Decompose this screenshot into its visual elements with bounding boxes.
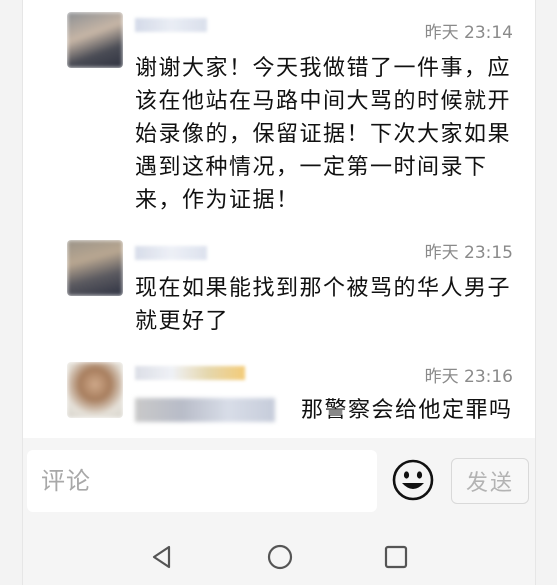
back-button[interactable] — [145, 540, 179, 574]
emoji-button[interactable] — [391, 458, 435, 502]
username-redacted[interactable] — [135, 366, 245, 380]
recent-apps-button[interactable] — [379, 540, 413, 574]
avatar[interactable] — [67, 12, 123, 68]
comment-text: 现在如果能找到那个被骂的华人男子就更好了 — [135, 276, 512, 334]
square-recent-icon — [384, 545, 408, 569]
username-redacted[interactable] — [135, 246, 207, 260]
system-nav-bar — [22, 530, 536, 585]
triangle-back-icon — [152, 545, 171, 569]
comment-text: 谢谢大家！今天我做错了一件事，应该在他站在马路中间大骂的时候就开始录像的，保留证… — [135, 56, 512, 213]
circle-home-icon — [267, 544, 293, 570]
redacted-mention — [135, 398, 275, 422]
comment-input[interactable] — [27, 450, 377, 512]
comment-time: 昨天 23:14 — [424, 23, 513, 43]
username-redacted[interactable] — [135, 18, 207, 32]
comment-time: 昨天 23:16 — [424, 367, 513, 387]
comment-input-bar: 发送 — [22, 438, 536, 530]
comment-text: 那警察会给他定罪吗 — [301, 398, 513, 423]
avatar[interactable] — [67, 362, 123, 418]
smiley-face-icon — [392, 459, 434, 501]
avatar[interactable] — [67, 240, 123, 296]
home-button[interactable] — [263, 540, 297, 574]
comment-feed: 昨天 23:14 谢谢大家！今天我做错了一件事，应该在他站在马路中间大骂的时候就… — [22, 0, 536, 438]
comment-time: 昨天 23:15 — [424, 243, 513, 263]
send-button[interactable]: 发送 — [451, 458, 529, 504]
